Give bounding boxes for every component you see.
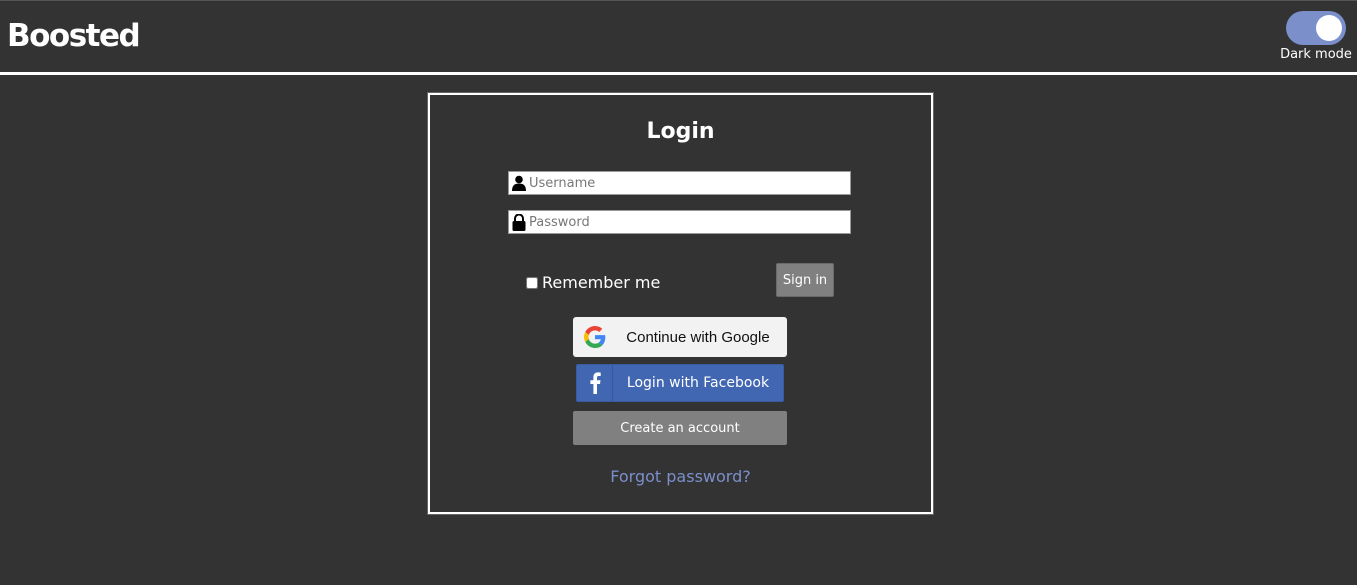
facebook-label: Login with Facebook [626, 375, 770, 391]
remember-checkbox[interactable] [526, 276, 538, 289]
header: Boosted Dark mode [0, 0, 1357, 75]
dark-mode-toggle[interactable] [1286, 11, 1346, 45]
facebook-icon [577, 365, 613, 401]
username-input[interactable] [529, 173, 850, 193]
password-field [508, 210, 851, 234]
google-icon [573, 326, 617, 348]
login-card: Login Remember me Sign in Continue with … [428, 93, 933, 514]
google-button[interactable]: Continue with Google [573, 317, 787, 357]
remember-me: Remember me [526, 273, 660, 292]
toggle-knob [1316, 15, 1342, 41]
logo[interactable]: Boosted [7, 18, 141, 54]
create-account-button[interactable]: Create an account [573, 411, 787, 445]
login-title: Login [646, 119, 715, 144]
signin-button[interactable]: Sign in [776, 263, 834, 297]
remember-label: Remember me [542, 273, 661, 292]
facebook-button[interactable]: Login with Facebook [576, 364, 784, 402]
google-label: Continue with Google [626, 328, 770, 346]
username-field [508, 171, 851, 195]
forgot-password-link[interactable]: Forgot password? [430, 467, 931, 486]
lock-icon [509, 211, 529, 233]
dark-mode-toggle-wrap: Dark mode [1279, 11, 1353, 62]
dark-mode-label: Dark mode [1280, 47, 1352, 62]
user-icon [509, 172, 529, 194]
password-input[interactable] [529, 212, 850, 232]
